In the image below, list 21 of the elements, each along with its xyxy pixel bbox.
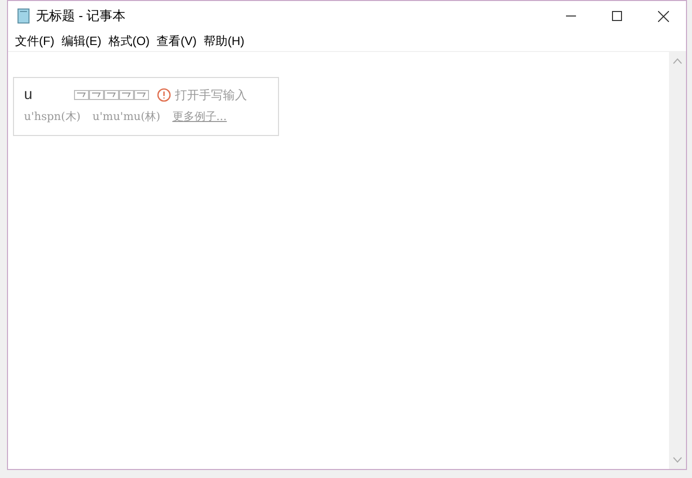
stroke-key-icon[interactable]	[119, 90, 134, 100]
example-text: u'hspn(木)	[24, 108, 81, 125]
close-icon	[658, 10, 668, 22]
menu-item[interactable]: 帮助(H)	[200, 32, 248, 50]
info-icon[interactable]	[157, 88, 171, 102]
menu-item[interactable]: 文件(F)	[12, 32, 58, 50]
menu-item[interactable]: 编辑(E)	[58, 32, 104, 50]
composition-text: u	[24, 84, 32, 105]
stroke-key-icon[interactable]	[134, 90, 149, 100]
stroke-key-icon[interactable]	[74, 90, 89, 100]
stroke-key-icon[interactable]	[104, 90, 119, 100]
scroll-down-icon[interactable]	[673, 457, 682, 463]
menu-item[interactable]: 格式(O)	[105, 32, 153, 50]
vertical-scrollbar[interactable]	[669, 52, 686, 469]
menu-item[interactable]: 查看(V)	[154, 32, 200, 50]
maximize-icon	[612, 11, 622, 21]
example-text: u'mu'mu(林)	[92, 108, 160, 125]
stroke-key-icon[interactable]	[89, 90, 104, 100]
window-title: 无标题 - 记事本	[36, 7, 126, 26]
notepad-icon	[16, 8, 32, 24]
scroll-up-icon[interactable]	[673, 58, 682, 64]
